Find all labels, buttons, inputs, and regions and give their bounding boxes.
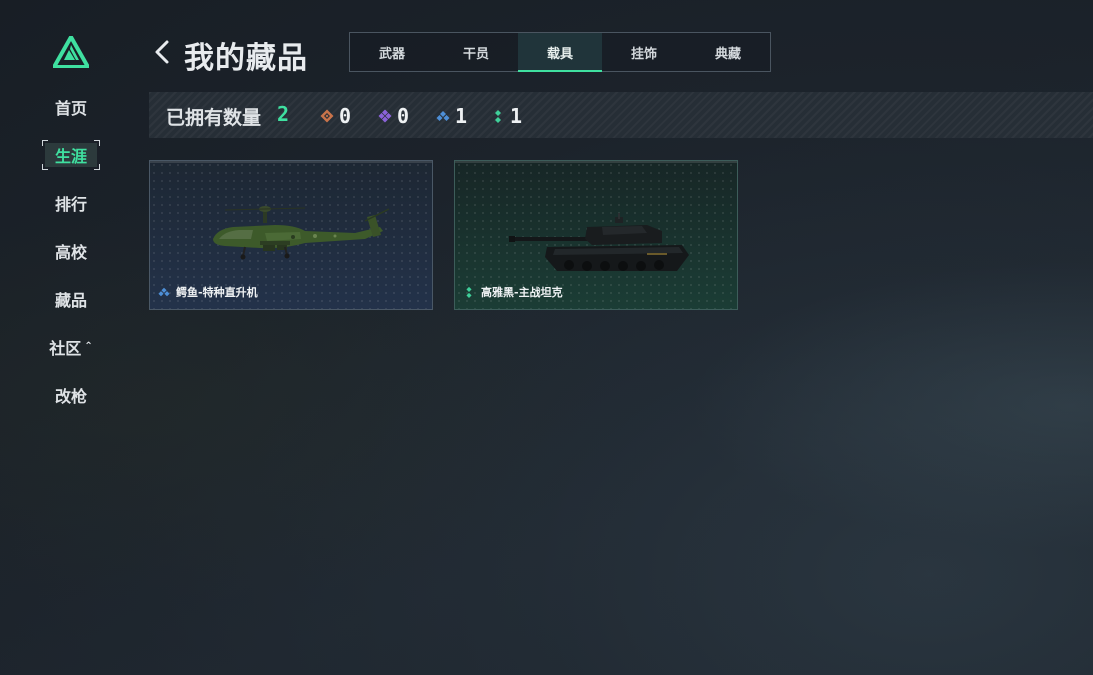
rarity-count: 0 xyxy=(339,104,352,128)
tab-charms[interactable]: 挂饰 xyxy=(602,33,686,71)
rarity-count: 0 xyxy=(397,104,410,128)
owned-count-label: 已拥有数量 xyxy=(166,107,262,129)
corner-bracket xyxy=(94,140,100,146)
owned-count-total: 2 xyxy=(277,102,290,126)
rarity-stat: 0 xyxy=(320,104,352,128)
sidebar-item-ranking[interactable]: 排行 xyxy=(40,188,102,218)
sidebar-item-college[interactable]: 高校 xyxy=(40,236,102,266)
corner-bracket xyxy=(42,164,48,170)
orange-diamond-icon xyxy=(320,109,334,123)
tab-weapons[interactable]: 武器 xyxy=(350,33,434,71)
sidebar-item-gunsmith[interactable]: 改枪 xyxy=(40,380,102,410)
rarity-count: 1 xyxy=(510,104,523,128)
collection-item-card[interactable]: 高雅黑-主战坦克 xyxy=(454,160,738,310)
purple-diamond-icon xyxy=(378,109,392,123)
tab-vehicles[interactable]: 载具 xyxy=(518,33,602,72)
blue-rank-icon xyxy=(436,111,450,121)
corner-bracket xyxy=(94,164,100,170)
rarity-stat: 1 xyxy=(436,104,468,128)
card-title: 高雅黑-主战坦克 xyxy=(463,284,563,300)
back-arrow-icon[interactable] xyxy=(152,38,172,66)
card-top-edge xyxy=(150,161,432,163)
sidebar-item-label: 高校 xyxy=(54,243,87,262)
card-top-edge xyxy=(455,161,737,163)
sidebar-item-community[interactable]: 社区 ⌃ xyxy=(40,332,102,362)
sidebar-item-label: 社区 xyxy=(49,339,82,358)
sidebar-item-label: 藏品 xyxy=(54,291,87,310)
tank-image xyxy=(509,213,689,271)
app-logo-icon[interactable] xyxy=(53,36,89,68)
rarity-stat: 1 xyxy=(491,104,523,128)
rarity-count: 1 xyxy=(455,104,468,128)
item-name: 鳄鱼-特种直升机 xyxy=(176,286,258,299)
green-rank-icon xyxy=(466,286,472,298)
sidebar-item-career[interactable]: 生涯 xyxy=(40,140,102,170)
category-tabs: 武器 干员 载具 挂饰 典藏 xyxy=(349,32,771,72)
green-rank-icon xyxy=(495,110,501,123)
sidebar-item-collection[interactable]: 藏品 xyxy=(40,284,102,314)
sidebar-item-home[interactable]: 首页 xyxy=(40,92,102,122)
sidebar-item-label: 首页 xyxy=(54,99,87,118)
helicopter-image xyxy=(213,206,390,260)
tab-collectibles[interactable]: 典藏 xyxy=(686,33,770,71)
sidebar-item-label: 排行 xyxy=(54,195,87,214)
page-title: 我的藏品 xyxy=(184,41,308,76)
sidebar-item-label: 生涯 xyxy=(54,147,87,166)
chevron-up-icon: ⌃ xyxy=(84,340,93,352)
blue-rank-icon xyxy=(158,287,170,297)
rarity-stat: 0 xyxy=(378,104,410,128)
tab-operators[interactable]: 干员 xyxy=(434,33,518,71)
item-name: 高雅黑-主战坦克 xyxy=(481,286,563,299)
card-title: 鳄鱼-特种直升机 xyxy=(158,284,258,300)
ownership-stats-bar: 已拥有数量 2 0 0 1 1 xyxy=(149,92,1093,138)
collection-item-card[interactable]: 鳄鱼-特种直升机 xyxy=(149,160,433,310)
corner-bracket xyxy=(42,140,48,146)
sidebar: 首页 生涯 排行 高校 藏品 社区 ⌃ 改枪 xyxy=(0,0,140,675)
sidebar-item-label: 改枪 xyxy=(54,387,87,406)
